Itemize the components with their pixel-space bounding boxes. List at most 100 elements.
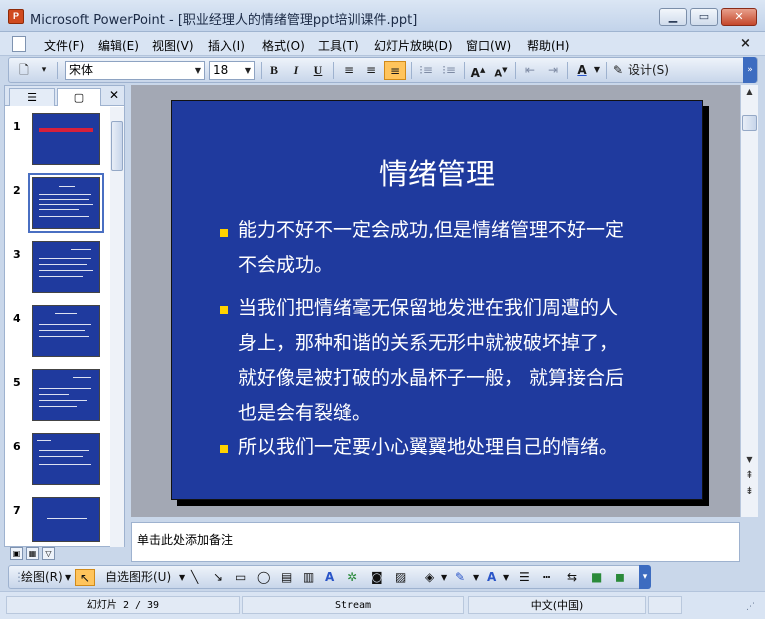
- scroll-up-icon[interactable]: ▲: [741, 85, 758, 99]
- close-document-icon[interactable]: ×: [740, 36, 751, 51]
- menu-file[interactable]: 文件(F): [44, 37, 84, 54]
- powerpoint-app-icon[interactable]: P: [8, 9, 24, 24]
- menu-slideshow[interactable]: 幻灯片放映(D): [374, 37, 453, 54]
- slide-sorter-view-icon[interactable]: ▦: [26, 547, 39, 560]
- notes-placeholder[interactable]: 单击此处添加备注: [137, 531, 233, 548]
- line-color-icon[interactable]: ✎: [455, 569, 465, 586]
- align-center-icon[interactable]: ≡: [361, 61, 381, 80]
- document-icon[interactable]: [12, 36, 26, 52]
- notes-pane[interactable]: 单击此处添加备注: [131, 522, 740, 562]
- font-name-combo[interactable]: 宋体 ▼: [65, 61, 205, 80]
- chevron-down-icon[interactable]: ▼: [473, 569, 479, 586]
- maximize-button[interactable]: ▭: [690, 8, 718, 26]
- toolbar-overflow-icon[interactable]: »: [743, 57, 757, 83]
- next-slide-icon[interactable]: ⇟: [741, 485, 758, 499]
- previous-slide-icon[interactable]: ⇞: [741, 469, 758, 483]
- numbering-icon[interactable]: ⁝≡: [416, 61, 436, 80]
- minimize-button[interactable]: ▁: [659, 8, 687, 26]
- tab-outline[interactable]: ☰: [9, 88, 55, 106]
- bullet-text[interactable]: 所以我们一定要小心翼翼地处理自己的情绪。: [238, 430, 678, 465]
- font-size-combo[interactable]: 18 ▼: [209, 61, 255, 80]
- dash-style-icon[interactable]: ┅: [543, 569, 550, 586]
- picture-icon[interactable]: ▨: [395, 569, 406, 586]
- thumb-line: [39, 209, 79, 210]
- chevron-down-icon[interactable]: ▼: [192, 62, 204, 79]
- font-name-value: 宋体: [69, 63, 94, 77]
- slide-thumbnail-active[interactable]: [28, 173, 104, 233]
- diagram-icon[interactable]: ✲: [347, 569, 357, 586]
- menu-format[interactable]: 格式(O): [262, 37, 305, 54]
- chevron-down-icon[interactable]: ▼: [242, 62, 254, 79]
- slide-thumbnail[interactable]: [32, 113, 100, 165]
- increase-font-icon[interactable]: A▲: [468, 61, 488, 80]
- select-pointer-icon[interactable]: ↖: [75, 569, 95, 586]
- slide-canvas[interactable]: 情绪管理 能力不好不一定会成功,但是情绪管理不好一定 不会成功。 当我们把情绪毫…: [171, 100, 703, 500]
- panel-tabs: ☰ ▢ ✕: [5, 86, 124, 106]
- arrow-icon[interactable]: ↘: [213, 569, 223, 586]
- line-icon[interactable]: ╲: [191, 569, 198, 586]
- oval-icon[interactable]: ◯: [257, 569, 270, 586]
- design-button[interactable]: 设计(S): [628, 61, 688, 80]
- tab-slides[interactable]: ▢: [57, 88, 101, 106]
- new-document-icon[interactable]: 🗋: [15, 61, 33, 80]
- slide-thumbnail[interactable]: [32, 305, 100, 357]
- resize-grip-icon[interactable]: ⋰: [746, 602, 755, 612]
- bullets-icon[interactable]: ⁝≡: [439, 61, 459, 80]
- align-left-icon[interactable]: ≡: [339, 61, 359, 80]
- autoshapes-button[interactable]: 自选图形(U): [105, 569, 171, 586]
- close-panel-icon[interactable]: ✕: [109, 88, 119, 102]
- panel-scrollbar[interactable]: [110, 107, 124, 547]
- textbox-icon[interactable]: ▤: [281, 569, 292, 586]
- align-right-icon[interactable]: ≡: [384, 61, 406, 80]
- draw-menu-button[interactable]: 绘图(R): [21, 569, 63, 586]
- normal-view-icon[interactable]: ▣: [10, 547, 23, 560]
- main-scrollbar[interactable]: ▲ ▼ ⇞ ⇟: [740, 85, 758, 517]
- rectangle-icon[interactable]: ▭: [235, 569, 246, 586]
- status-bar: 幻灯片 2 / 39 Stream 中文(中国) ⋰: [0, 591, 765, 619]
- menu-tools[interactable]: 工具(T): [318, 37, 359, 54]
- menu-help[interactable]: 帮助(H): [527, 37, 569, 54]
- menu-view[interactable]: 视图(V): [152, 37, 194, 54]
- chevron-down-icon[interactable]: ▼: [592, 61, 602, 80]
- underline-button[interactable]: U: [309, 61, 327, 80]
- menu-insert[interactable]: 插入(I): [208, 37, 245, 54]
- shadow-style-icon[interactable]: ■: [591, 569, 602, 586]
- scroll-down-icon[interactable]: ▼: [741, 453, 758, 467]
- arrow-style-icon[interactable]: ⇆: [567, 569, 577, 586]
- slideshow-view-icon[interactable]: ▽: [42, 547, 55, 560]
- menu-edit[interactable]: 编辑(E): [98, 37, 139, 54]
- decrease-font-icon[interactable]: A▼: [491, 61, 511, 80]
- bullet-text[interactable]: 能力不好不一定会成功,但是情绪管理不好一定 不会成功。: [238, 213, 678, 283]
- slide-thumbnail[interactable]: [32, 497, 100, 542]
- chevron-down-icon[interactable]: ▼: [65, 569, 71, 586]
- italic-button[interactable]: I: [287, 61, 305, 80]
- bullet-text[interactable]: 当我们把情绪毫无保留地发泄在我们周遭的人 身上，那种和谐的关系无形中就被破坏掉了…: [238, 291, 678, 431]
- clipart-icon[interactable]: ◙: [371, 569, 383, 586]
- font-color-icon[interactable]: A: [487, 569, 496, 586]
- scroll-thumb[interactable]: [742, 115, 757, 131]
- formatting-toolbar: 🗋 ▾ 宋体 ▼ 18 ▼ B I U ≡ ≡ ≡ ⁝≡ ⁝≡ A▲ A▼ ⇤ …: [8, 57, 758, 83]
- slide-thumbnail[interactable]: [32, 433, 100, 485]
- toolbar-options-icon[interactable]: ▾: [39, 61, 49, 80]
- slide-thumbnail[interactable]: [32, 241, 100, 293]
- vertical-textbox-icon[interactable]: ▥: [303, 569, 314, 586]
- 3d-style-icon[interactable]: ◼: [615, 569, 625, 586]
- menu-window[interactable]: 窗口(W): [466, 37, 511, 54]
- chevron-down-icon[interactable]: ▼: [179, 569, 185, 586]
- increase-indent-icon[interactable]: ⇥: [543, 61, 563, 80]
- bold-button[interactable]: B: [265, 61, 283, 80]
- decrease-indent-icon[interactable]: ⇤: [520, 61, 540, 80]
- thumb-line: [47, 518, 87, 519]
- toolbar-overflow-icon[interactable]: ▾: [639, 565, 651, 589]
- fill-color-icon[interactable]: ◈: [425, 569, 434, 586]
- line-style-icon[interactable]: ☰: [519, 569, 530, 586]
- close-window-button[interactable]: ✕: [721, 8, 757, 26]
- scroll-thumb[interactable]: [111, 121, 123, 171]
- slide-thumbnail[interactable]: [32, 369, 100, 421]
- chevron-down-icon[interactable]: ▼: [441, 569, 447, 586]
- slide-title[interactable]: 情绪管理: [172, 151, 702, 193]
- chevron-down-icon[interactable]: ▼: [503, 569, 509, 586]
- bullet-line: 就好像是被打破的水晶杯子一般， 就算接合后: [238, 367, 625, 389]
- font-color-icon[interactable]: A: [572, 61, 592, 80]
- wordart-icon[interactable]: A: [325, 569, 334, 586]
